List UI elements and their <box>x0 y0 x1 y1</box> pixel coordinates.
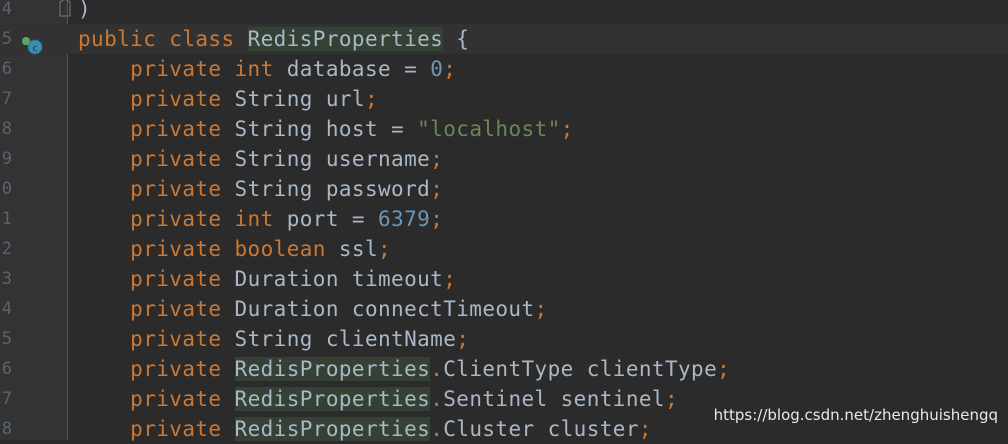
code-token: private <box>78 387 235 411</box>
code-token: ; <box>456 327 470 351</box>
code-token: ; <box>717 357 731 381</box>
line-number: 2 <box>1 239 12 259</box>
code-token: 6379 <box>378 207 431 231</box>
code-token: ; <box>443 267 457 291</box>
line-number: 8 <box>1 119 12 139</box>
code-token: ) <box>78 0 92 21</box>
code-text: public class RedisProperties { <box>78 24 469 54</box>
code-token: ; <box>638 417 652 441</box>
line-number: 0 <box>1 179 12 199</box>
code-text: private String url; <box>78 84 378 114</box>
code-line[interactable]: 8 private String host = "localhost"; <box>0 114 1008 144</box>
line-number: 1 <box>1 209 12 229</box>
code-token: . <box>430 357 444 381</box>
code-token: private <box>78 267 235 291</box>
code-token: ; <box>443 57 457 81</box>
code-token: private <box>78 87 235 111</box>
code-token: ; <box>430 147 444 171</box>
code-token: ; <box>364 87 379 111</box>
line-number: 5 <box>1 329 12 349</box>
code-text: private int database = 0; <box>78 54 456 84</box>
line-number: 7 <box>1 89 12 109</box>
code-token: public class <box>78 27 248 51</box>
code-token: "localhost" <box>417 117 561 141</box>
code-token: private <box>78 327 235 351</box>
line-number: 6 <box>1 59 12 79</box>
code-token: private <box>78 147 235 171</box>
code-token: ; <box>378 237 392 261</box>
code-line[interactable]: 2 private boolean ssl; <box>0 234 1008 264</box>
code-line[interactable]: 1 private int port = 6379; <box>0 204 1008 234</box>
code-line[interactable]: 4) <box>0 0 1008 24</box>
line-number: 6 <box>1 359 12 379</box>
code-line[interactable]: 7 private String url; <box>0 84 1008 114</box>
code-token: private <box>78 357 235 381</box>
code-token: private <box>78 177 235 201</box>
code-text: private Duration timeout; <box>78 264 456 294</box>
code-token: port = <box>286 207 379 231</box>
line-number: 4 <box>1 299 12 319</box>
code-text: private int port = 6379; <box>78 204 443 234</box>
code-token: private <box>78 297 235 321</box>
code-text: private String clientName; <box>78 324 469 354</box>
code-line[interactable]: 4 private Duration connectTimeout; <box>0 294 1008 324</box>
code-text: private String host = "localhost"; <box>78 114 574 144</box>
code-token: Duration connectTimeout <box>234 297 535 321</box>
fold-marker-icon[interactable] <box>58 0 72 18</box>
code-text: private String password; <box>78 174 443 204</box>
code-text: ) <box>78 0 91 24</box>
code-line[interactable]: 5 private String clientName; <box>0 324 1008 354</box>
code-token: Sentinel sentinel <box>443 387 665 411</box>
code-token: RedisProperties <box>234 357 431 381</box>
code-line[interactable]: 0 private String password; <box>0 174 1008 204</box>
code-token: String username <box>234 147 431 171</box>
code-token: database = <box>286 57 431 81</box>
code-token: RedisProperties <box>247 27 444 51</box>
implemented-class-icon[interactable]: c <box>20 35 44 55</box>
code-token: . <box>430 387 444 411</box>
line-number: 4 <box>1 0 12 19</box>
code-token: . <box>430 417 444 441</box>
code-token: Cluster cluster <box>443 417 639 441</box>
code-token: private <box>78 117 235 141</box>
code-token: private int <box>78 207 287 231</box>
code-token: String clientName <box>234 327 457 351</box>
code-token: ; <box>430 207 444 231</box>
code-line[interactable]: 9 private String username; <box>0 144 1008 174</box>
line-number: 9 <box>1 149 12 169</box>
code-token: ; <box>534 297 548 321</box>
code-text: private Duration connectTimeout; <box>78 294 548 324</box>
code-token: ; <box>430 177 444 201</box>
code-token: ; <box>560 117 574 141</box>
code-line[interactable]: 3 private Duration timeout; <box>0 264 1008 294</box>
code-text: private RedisProperties.Sentinel sentine… <box>78 384 678 414</box>
code-token: String password <box>234 177 431 201</box>
code-text: private String username; <box>78 144 443 174</box>
line-number: 5 <box>1 29 12 49</box>
code-token: private <box>78 417 235 441</box>
code-text: private RedisProperties.ClientType clien… <box>78 354 730 384</box>
code-line[interactable]: 6 private int database = 0; <box>0 54 1008 84</box>
code-token: Duration timeout <box>234 267 444 291</box>
code-token: private boolean <box>78 237 339 261</box>
code-token: String host = <box>234 117 418 141</box>
line-number: 3 <box>1 269 12 289</box>
code-token: private int <box>78 57 287 81</box>
code-token: ClientType clientType <box>443 357 718 381</box>
code-token: 0 <box>430 57 444 81</box>
code-token: ; <box>664 387 679 411</box>
code-text: private boolean ssl; <box>78 234 391 264</box>
code-token: ssl <box>338 237 379 261</box>
code-token: RedisProperties <box>234 387 431 411</box>
line-number: 7 <box>1 389 12 409</box>
code-token: String url <box>234 87 365 111</box>
code-token: { <box>443 27 470 51</box>
code-line[interactable]: 5 public class RedisProperties { <box>0 24 1008 54</box>
svg-text:c: c <box>33 44 38 54</box>
code-line[interactable]: 6 private RedisProperties.ClientType cli… <box>0 354 1008 384</box>
watermark: https://blog.csdn.net/zhenghuishengq <box>713 406 998 424</box>
code-token: RedisProperties <box>234 417 431 441</box>
